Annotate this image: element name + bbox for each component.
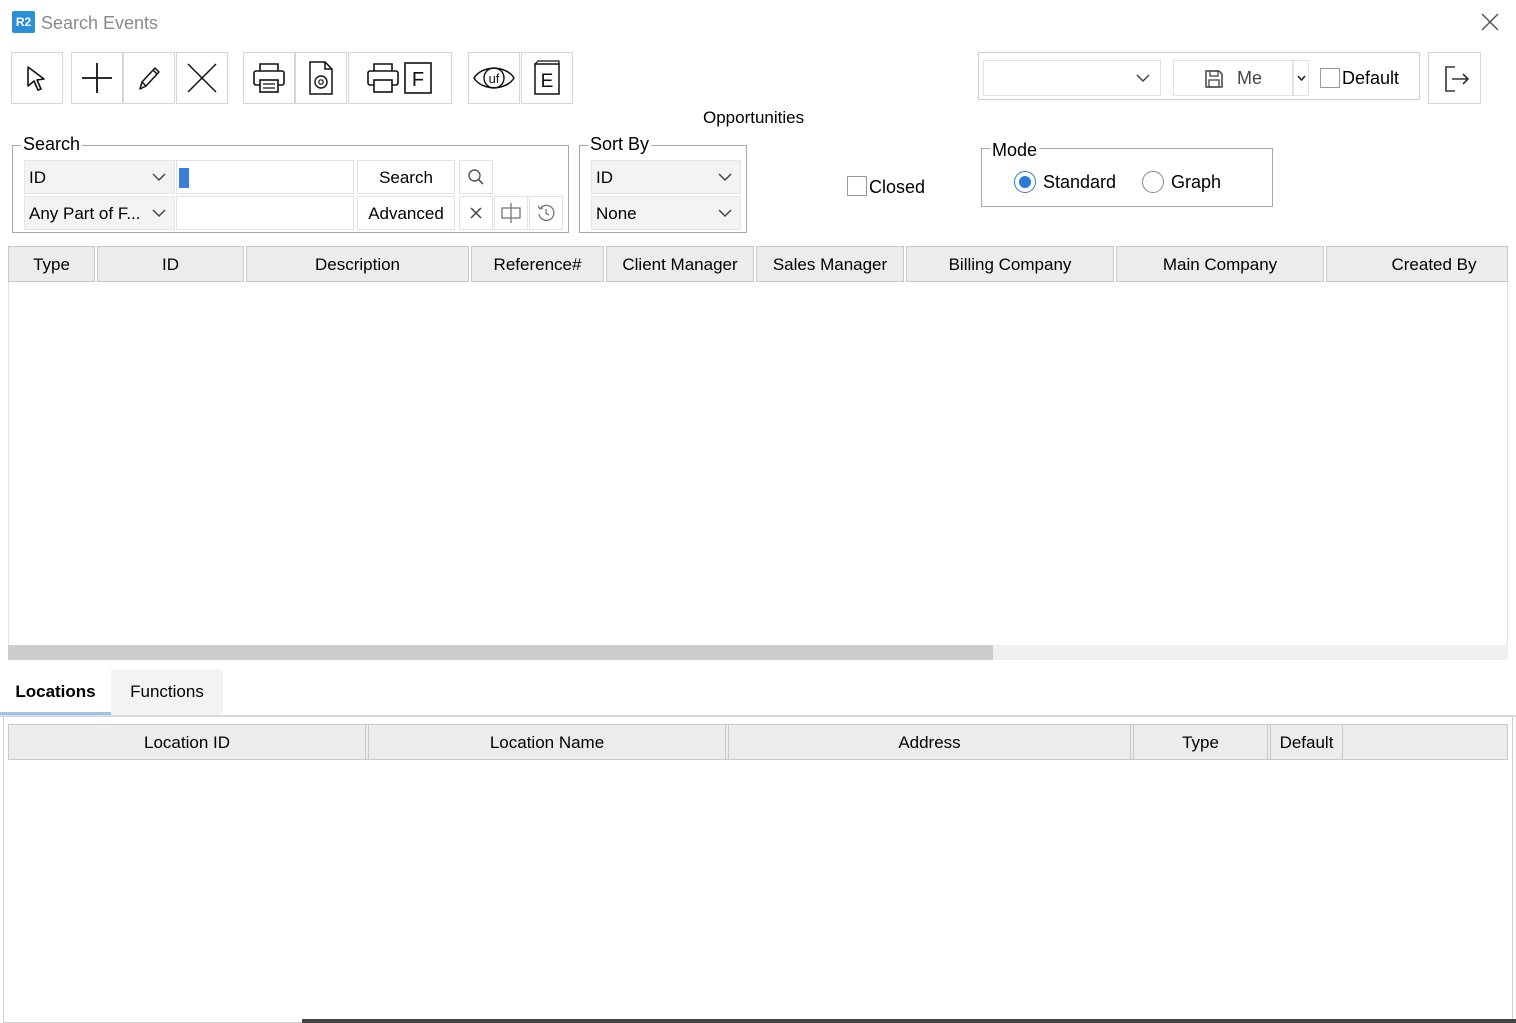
horizontal-scrollbar-thumb[interactable] xyxy=(8,645,993,660)
text-cursor xyxy=(179,168,189,188)
column-header-billing-company[interactable]: Billing Company xyxy=(906,246,1114,282)
close-window-button[interactable] xyxy=(1478,10,1502,34)
column-header-client-manager[interactable]: Client Manager xyxy=(606,246,754,282)
clear-search-button[interactable] xyxy=(459,196,493,230)
column-header-type[interactable]: Type xyxy=(8,246,95,282)
created-by-label: Created By xyxy=(1391,255,1477,274)
export-button[interactable]: E xyxy=(521,52,573,104)
history-button[interactable] xyxy=(529,196,563,230)
printer-icon xyxy=(253,63,285,93)
clear-x-icon xyxy=(470,207,482,219)
mode-standard-label: Standard xyxy=(1043,172,1117,192)
tab-locations[interactable]: Locations xyxy=(0,669,111,715)
column-header-sales-manager[interactable]: Sales Manager xyxy=(756,246,904,282)
preset-menu-button[interactable] xyxy=(1293,60,1309,96)
magnifier-button[interactable] xyxy=(459,160,493,194)
chevron-down-icon xyxy=(1136,74,1150,83)
match-mode-value: Any Part of F... xyxy=(29,204,141,223)
default-label: Default xyxy=(1342,68,1400,88)
columns-button[interactable] xyxy=(494,196,528,230)
column-header-address[interactable]: Address xyxy=(728,724,1131,760)
mode-legend: Mode xyxy=(990,140,1040,161)
pencil-icon xyxy=(139,67,160,90)
column-header-location-name[interactable]: Location Name xyxy=(368,724,726,760)
app-logo: R2 xyxy=(12,11,35,33)
search-input[interactable] xyxy=(176,160,354,194)
column-header-loc-type[interactable]: Type xyxy=(1133,724,1268,760)
advanced-search-button[interactable]: Advanced xyxy=(357,196,455,230)
chevron-down-icon xyxy=(718,173,732,182)
column-header-default[interactable]: Default xyxy=(1270,724,1343,760)
sort-by-legend: Sort By xyxy=(588,134,652,155)
mode-graph-label: Graph xyxy=(1171,172,1222,192)
svg-text:uf: uf xyxy=(489,71,500,86)
sort-secondary-value: None xyxy=(596,204,637,223)
document-e-icon: E xyxy=(534,60,560,95)
secondary-search-input[interactable] xyxy=(176,196,354,230)
user-fields-button[interactable]: uf xyxy=(468,52,520,104)
exit-button[interactable] xyxy=(1428,52,1481,104)
column-header-location-id[interactable]: Location ID xyxy=(8,724,366,760)
document-gear-icon xyxy=(309,61,333,95)
delete-x-icon xyxy=(187,63,217,93)
column-header-id[interactable]: ID xyxy=(97,246,244,282)
results-grid[interactable] xyxy=(8,246,1508,660)
match-mode-select[interactable]: Any Part of F... xyxy=(24,196,175,230)
search-field-select[interactable]: ID xyxy=(24,160,175,194)
svg-text:F: F xyxy=(412,69,424,91)
column-header-reference[interactable]: Reference# xyxy=(471,246,604,282)
chevron-down-icon xyxy=(152,209,166,218)
mode-standard-radio[interactable] xyxy=(1014,171,1036,193)
chevron-down-icon xyxy=(718,209,732,218)
search-legend: Search xyxy=(21,134,83,155)
plus-icon xyxy=(82,63,112,93)
exit-icon xyxy=(1445,66,1470,92)
edit-button[interactable] xyxy=(123,52,175,104)
mode-graph-radio[interactable] xyxy=(1142,171,1164,193)
preset-select[interactable] xyxy=(983,60,1161,96)
save-icon xyxy=(1205,70,1223,88)
save-preset-button[interactable]: Me xyxy=(1173,60,1293,96)
sort-primary-value: ID xyxy=(596,168,613,187)
chevron-down-icon xyxy=(1297,75,1306,81)
locations-grid-header: Location ID Location Name Address Type D… xyxy=(8,724,1345,760)
title-bar xyxy=(0,0,1516,46)
column-header-description[interactable]: Description xyxy=(246,246,469,282)
sort-secondary-select[interactable]: None xyxy=(591,196,741,230)
results-grid-header: Type ID Description Reference# Client Ma… xyxy=(8,246,1508,282)
history-clock-icon xyxy=(537,204,555,222)
print-form-button[interactable]: F xyxy=(348,52,452,104)
search-icon xyxy=(468,169,484,185)
tab-functions[interactable]: Functions xyxy=(111,669,223,715)
column-header-created-by[interactable]: Created By xyxy=(1326,246,1508,282)
default-checkbox[interactable] xyxy=(1320,68,1340,88)
column-header-main-company[interactable]: Main Company xyxy=(1116,246,1324,282)
bottom-edge xyxy=(302,1019,1516,1023)
close-icon xyxy=(1481,13,1499,31)
search-field-value: ID xyxy=(29,168,46,187)
svg-text:E: E xyxy=(541,71,554,92)
delete-button[interactable] xyxy=(176,52,228,104)
me-label: Me xyxy=(1237,68,1263,88)
eye-uf-icon: uf xyxy=(473,67,515,89)
chevron-down-icon xyxy=(152,173,166,182)
sort-primary-select[interactable]: ID xyxy=(591,160,741,194)
locations-grid-body[interactable] xyxy=(8,760,1508,1018)
page-subtitle: Opportunities xyxy=(703,108,805,127)
print-button[interactable] xyxy=(243,52,295,104)
closed-checkbox[interactable] xyxy=(847,176,867,196)
window-title: Search Events xyxy=(41,13,159,33)
closed-label: Closed xyxy=(869,177,926,197)
select-button[interactable] xyxy=(11,52,63,104)
column-resize-icon xyxy=(501,203,521,223)
report-settings-button[interactable] xyxy=(295,52,347,104)
cursor-icon xyxy=(27,66,45,91)
printer-form-icon: F xyxy=(367,62,432,94)
search-button[interactable]: Search xyxy=(357,160,455,194)
add-button[interactable] xyxy=(71,52,123,104)
